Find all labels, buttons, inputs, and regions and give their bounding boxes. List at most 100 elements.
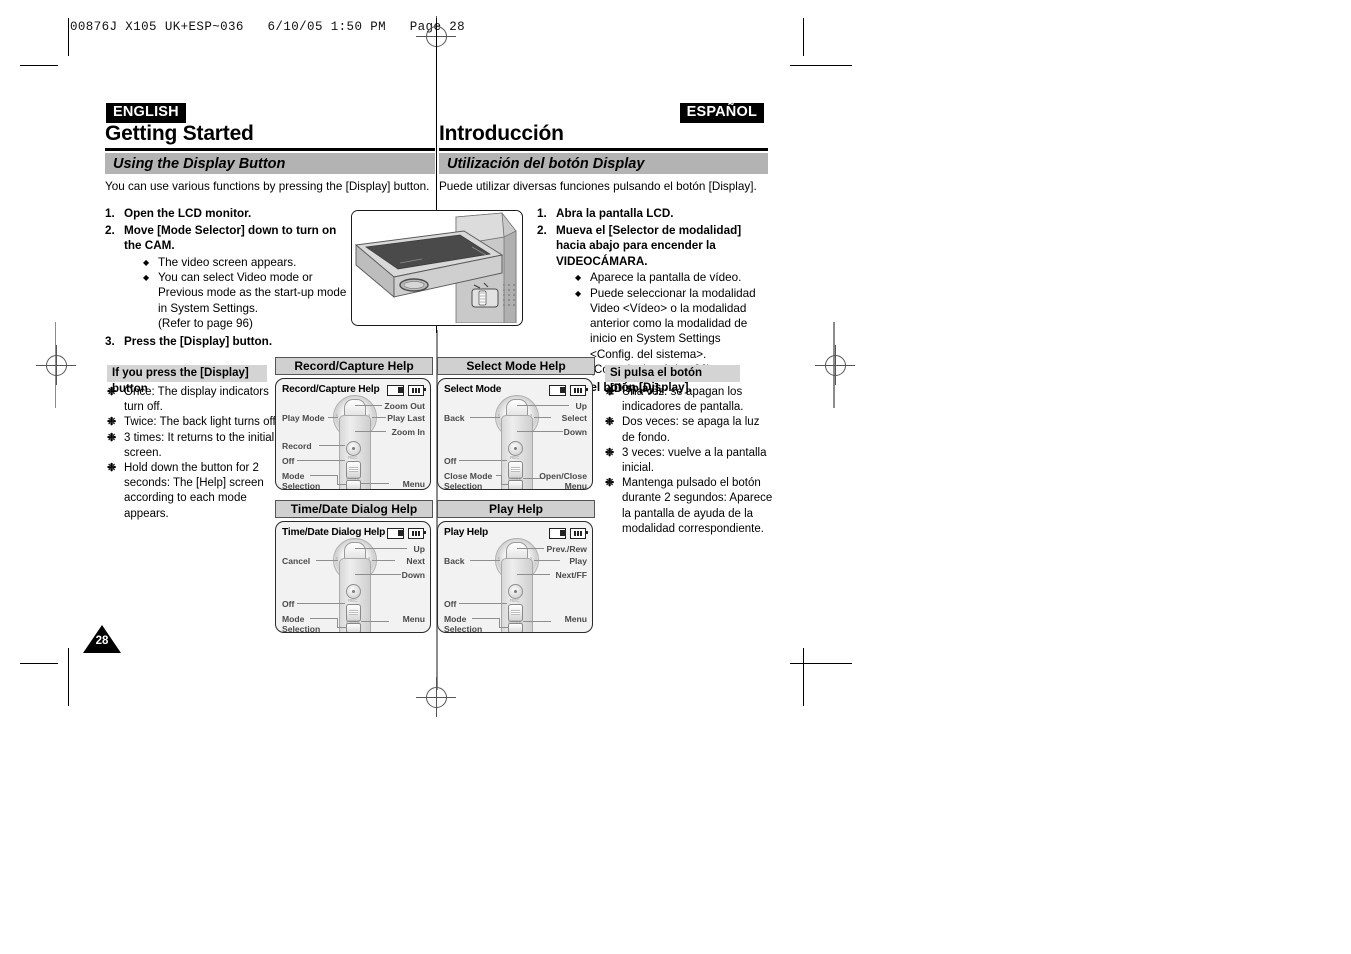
leader-next <box>372 560 395 561</box>
micro-label-menu: MENU <box>510 631 523 632</box>
language-tag-english: ENGLISH <box>106 103 186 123</box>
chapter-title-english: Getting Started <box>105 122 254 145</box>
step-number: 3. <box>105 335 115 349</box>
leader-off <box>459 460 507 461</box>
lcd-status-icon <box>387 385 404 396</box>
help-label-selection: Selection <box>282 481 321 490</box>
manual-page: ENGLISH Getting Started Using the Displa… <box>0 0 1351 954</box>
leader-up <box>517 405 569 406</box>
bullet-item: ◆ You can select Video mode or Previous m… <box>143 270 355 316</box>
bullet-text: Puede seleccionar la modalidad Video <Ví… <box>590 286 756 361</box>
leader-mode <box>472 618 499 619</box>
help-caption-play-text: Play Help <box>488 502 544 516</box>
step-number: 1. <box>105 207 115 220</box>
note-text: 3 times: It returns to the initial scree… <box>124 431 275 459</box>
step-bullets: ◆ Aparece la pantalla de vídeo. ◆ Puede sel… <box>575 270 767 377</box>
leader-prev-rew <box>517 548 544 549</box>
help-caption-time-date-text: Time/Date Dialog Help <box>290 502 418 516</box>
help-label-next: Next <box>406 556 425 566</box>
help-label-mode: Mode <box>282 614 305 624</box>
bullet-text: Aparece la pantalla de vídeo. <box>590 271 742 284</box>
help-label-next-ff: Next/FF <box>555 570 587 580</box>
help-label-zoom-out: Zoom Out <box>384 401 425 411</box>
leader-menu <box>361 621 389 622</box>
leader-play <box>534 560 560 561</box>
micro-label-menu: MENU <box>348 631 361 632</box>
lcd-status-icon <box>549 385 566 396</box>
help-label-cancel: Cancel <box>282 556 311 566</box>
note-item: ❉ Hold down the button for 2 seconds: The… <box>107 461 279 522</box>
step-text: Move [Mode Selector] down to turn on the… <box>124 223 337 253</box>
intro-text-spanish: Puede utilizar diversas funciones pulsan… <box>439 180 757 193</box>
section-bar-english: Using the Display Button <box>105 153 435 174</box>
record-button-graphic <box>508 584 523 599</box>
leader-up <box>355 548 407 549</box>
battery-status-icon <box>408 528 426 539</box>
status-icons <box>387 528 426 539</box>
leader-mode <box>310 618 337 619</box>
chapter-title-spanish: Introducción <box>439 122 564 145</box>
camcorder-illustration <box>352 211 520 324</box>
clover-bullet-icon: ❉ <box>605 386 615 398</box>
step-text: Press the [Display] button. <box>124 335 273 349</box>
help-label-up: Up <box>575 401 587 411</box>
micro-label-menu: MENU <box>510 488 523 489</box>
step-text: Open the LCD monitor. <box>124 207 252 220</box>
clover-bullet-icon: ❉ <box>605 446 615 459</box>
leader-next-ff <box>517 574 550 575</box>
note-item: ❉ Twice: The back light turns off. <box>107 415 279 430</box>
help-screen-time-date: Time/Date Dialog Help ‹ › REC MODE MENU … <box>275 521 431 633</box>
micro-label-mode: MODE <box>346 619 360 624</box>
help-label-down: Down <box>401 570 425 580</box>
lcd-status-icon <box>549 528 566 539</box>
leader-mode-h2 <box>337 627 347 628</box>
section-title-spanish: Utilización del botón Display <box>447 156 645 172</box>
record-button-graphic <box>346 441 361 456</box>
help-label-selection: Selection <box>444 624 483 633</box>
help-screen-select-mode: Select Mode ‹ › REC MODE MENU Back Off C… <box>437 378 593 490</box>
help-label-back: Back <box>444 556 465 566</box>
dial-tick-left: ‹ <box>336 556 338 562</box>
bullet-text: You can select Video mode or Previous mo… <box>158 271 347 315</box>
leader-cancel <box>316 560 338 561</box>
dial-tick-left: ‹ <box>336 413 338 419</box>
lcd-status-icon <box>387 528 404 539</box>
leader-off <box>297 603 345 604</box>
dial-tick-left: ‹ <box>498 413 500 419</box>
leader-mode <box>310 475 337 476</box>
leader-zoom-in <box>355 431 386 432</box>
leader-play-mode <box>328 417 338 418</box>
clover-bullet-icon: ❉ <box>107 462 117 475</box>
help-caption-select-mode: Select Mode Help <box>437 357 595 375</box>
step-bullets: ◆ The video screen appears. ◆ You can selec… <box>143 255 355 332</box>
language-tag-spanish: ESPAÑOL <box>679 103 764 123</box>
leader-down <box>517 431 563 432</box>
help-screen-title-time-date: Time/Date Dialog Help <box>282 527 386 538</box>
leader-mode-v <box>337 618 338 627</box>
title-rule-english <box>105 148 435 151</box>
section-title-english: Using the Display Button <box>113 156 286 172</box>
diamond-bullet-icon: ◆ <box>575 288 582 298</box>
note-text: Twice: The back light turns off. <box>124 416 279 429</box>
clover-bullet-icon: ❉ <box>605 416 615 429</box>
step-item: 1. Open the LCD monitor. <box>105 206 355 222</box>
diamond-bullet-icon: ◆ <box>575 273 582 282</box>
micro-label-rec: REC <box>510 598 520 603</box>
step-item: 2. Mueva el [Selector de modalidad] hacia… <box>537 223 767 380</box>
leader-play-last <box>372 417 386 418</box>
record-button-graphic <box>508 441 523 456</box>
help-label-off: Off <box>282 599 295 609</box>
help-label-prev-rew: Prev./Rew <box>546 544 587 554</box>
bullet-item: ◆ Aparece la pantalla de vídeo. <box>575 270 767 286</box>
section-bar-spanish: Utilización del botón Display <box>439 153 768 174</box>
micro-label-menu: MENU <box>348 488 361 489</box>
battery-status-icon <box>408 385 426 396</box>
clover-bullet-icon: ❉ <box>605 477 615 490</box>
help-caption-time-date: Time/Date Dialog Help <box>275 500 433 518</box>
help-label-off: Off <box>444 456 457 466</box>
help-label-mode: Mode <box>282 471 305 481</box>
title-rule-spanish <box>439 148 768 151</box>
step-item: 1. Abra la pantalla LCD. <box>537 206 767 222</box>
note-text: Hold down the button for 2 seconds: The … <box>124 462 264 520</box>
intro-text-english: You can use various functions by pressin… <box>105 180 430 193</box>
